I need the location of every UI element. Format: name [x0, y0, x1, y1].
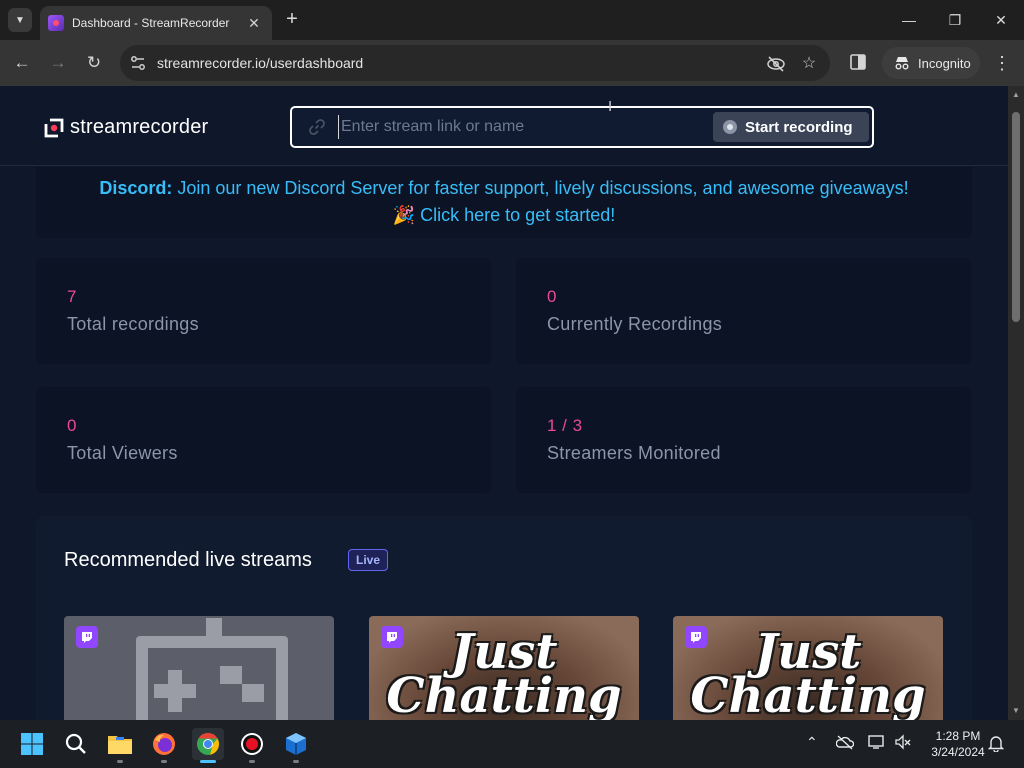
show-hidden-icons-chevron-up-icon[interactable]: ⌃ [806, 734, 818, 751]
incognito-icon [895, 57, 909, 70]
running-indicator [117, 760, 123, 763]
logo-record-icon [44, 118, 64, 137]
bookmark-star-icon[interactable]: ☆ [799, 54, 819, 74]
folder-icon [108, 736, 132, 754]
browser-toolbar: ← → ↻ streamrecorder.io/userdashboard ☆ … [0, 40, 1024, 86]
clock-date: 3/24/2024 [931, 745, 985, 759]
chrome-menu-button[interactable]: ⋮ [992, 51, 1012, 75]
address-bar[interactable]: streamrecorder.io/userdashboard ☆ [120, 45, 830, 81]
discord-announcement-banner[interactable]: Discord: Join our new Discord Server for… [36, 167, 972, 238]
running-indicator [161, 760, 167, 763]
scroll-up-arrow-icon[interactable]: ▲ [1011, 90, 1021, 100]
stat-label: Total Viewers [67, 443, 178, 463]
discord-cta-link[interactable]: 🎉 Click here to get started! [36, 202, 972, 229]
chrome-icon [197, 733, 219, 755]
active-indicator [200, 760, 216, 763]
link-icon [309, 119, 325, 135]
minimize-window-button[interactable]: — [886, 8, 932, 32]
chevron-down-icon: ▼ [15, 14, 25, 26]
stream-card[interactable]: Just Chatting [673, 616, 943, 720]
notification-bell-icon[interactable] [988, 734, 1004, 752]
stat-value: 7 [67, 287, 77, 306]
reload-button[interactable]: ↻ [82, 51, 106, 75]
record-dot-icon [723, 120, 737, 134]
page-scrollbar[interactable]: ▲ ▼ [1008, 86, 1024, 720]
logo-text: streamrecorder [70, 116, 209, 138]
stat-card-currently-recordings: 0 Currently Recordings [516, 258, 971, 364]
stat-label: Total recordings [67, 314, 199, 334]
mouse-cursor-ibeam-icon: I [608, 98, 613, 115]
stat-value: 0 [67, 416, 77, 435]
volume-muted-icon[interactable] [894, 734, 912, 750]
game-controller-icon [136, 618, 288, 720]
discord-text: Join our new Discord Server for faster s… [172, 178, 909, 198]
cube-icon [286, 733, 306, 755]
stat-label: Currently Recordings [547, 314, 723, 334]
start-recording-label: Start recording [745, 118, 853, 136]
incognito-indicator[interactable]: Incognito [882, 47, 980, 79]
onedrive-offline-icon[interactable] [836, 734, 854, 750]
scrollbar-thumb[interactable] [1012, 112, 1020, 322]
record-form: Start recording [290, 106, 874, 148]
taskbar-search-button[interactable] [60, 728, 92, 760]
scroll-down-arrow-icon[interactable]: ▼ [1011, 706, 1021, 716]
side-panel-icon[interactable] [848, 52, 868, 72]
stream-thumbnail-text: Just Chatting [386, 624, 622, 720]
discord-bold-label: Discord: [99, 178, 173, 198]
stream-card[interactable] [64, 616, 334, 720]
stat-card-total-recordings: 7 Total recordings [36, 258, 491, 364]
chrome-button[interactable] [192, 728, 224, 760]
record-app-icon [241, 733, 263, 755]
file-explorer-button[interactable] [104, 728, 136, 760]
site-info-icon[interactable] [130, 55, 146, 71]
site-header: streamrecorder Start recording I [0, 86, 1008, 166]
network-display-icon[interactable] [868, 734, 886, 750]
twitch-icon [76, 626, 98, 648]
new-tab-button[interactable]: + [282, 9, 302, 31]
close-tab-icon[interactable]: ✕ [246, 15, 262, 32]
streamrecorder-favicon-icon [48, 15, 64, 31]
browser-tab-bar: ▼ Dashboard - StreamRecorder ✕ + — ❐ ✕ [0, 0, 1024, 40]
close-window-button[interactable]: ✕ [978, 8, 1024, 32]
section-title: Recommended live streams [64, 549, 312, 571]
eye-off-icon[interactable] [766, 54, 786, 74]
system-clock[interactable]: 1:28 PM 3/24/2024 [918, 728, 998, 760]
stream-thumbnail-text: Just Chatting [690, 624, 926, 720]
url-text[interactable]: streamrecorder.io/userdashboard [157, 55, 363, 71]
live-badge: Live [348, 549, 389, 571]
recorder-app-button[interactable] [236, 728, 268, 760]
browser-tab-active[interactable]: Dashboard - StreamRecorder ✕ [40, 6, 272, 40]
windows-logo-icon [21, 733, 43, 755]
running-indicator [293, 760, 299, 763]
stat-card-streamers-monitored: 1 / 3 Streamers Monitored [516, 387, 971, 493]
tab-title: Dashboard - StreamRecorder [72, 16, 230, 30]
stat-card-total-viewers: 0 Total Viewers [36, 387, 491, 493]
stat-value: 0 [547, 287, 557, 306]
discord-message: Discord: Join our new Discord Server for… [36, 175, 972, 202]
forward-button[interactable]: → [46, 51, 70, 75]
tab-search-button[interactable]: ▼ [8, 8, 32, 32]
clock-time: 1:28 PM [935, 729, 981, 743]
stream-card[interactable]: Just Chatting [369, 616, 639, 720]
running-indicator [249, 760, 255, 763]
stat-label: Streamers Monitored [547, 443, 721, 463]
firefox-button[interactable] [148, 728, 180, 760]
virtualbox-button[interactable] [280, 728, 312, 760]
recommended-streams-section: Recommended live streams Live Just Chatti… [36, 516, 972, 720]
back-button[interactable]: ← [10, 51, 34, 75]
stat-value: 1 / 3 [547, 416, 583, 435]
windows-start-button[interactable] [16, 728, 48, 760]
firefox-icon [153, 733, 175, 755]
search-icon [65, 733, 86, 754]
start-recording-button[interactable]: Start recording [713, 112, 869, 142]
stream-link-input[interactable] [338, 115, 708, 139]
incognito-label: Incognito [918, 55, 971, 71]
streamrecorder-logo[interactable]: streamrecorder [44, 116, 208, 139]
windows-taskbar: ⌃ 1:28 PM 3/24/2024 [0, 720, 1024, 768]
page-viewport: streamrecorder Start recording I Discord… [0, 86, 1008, 720]
restore-window-button[interactable]: ❐ [932, 8, 978, 32]
